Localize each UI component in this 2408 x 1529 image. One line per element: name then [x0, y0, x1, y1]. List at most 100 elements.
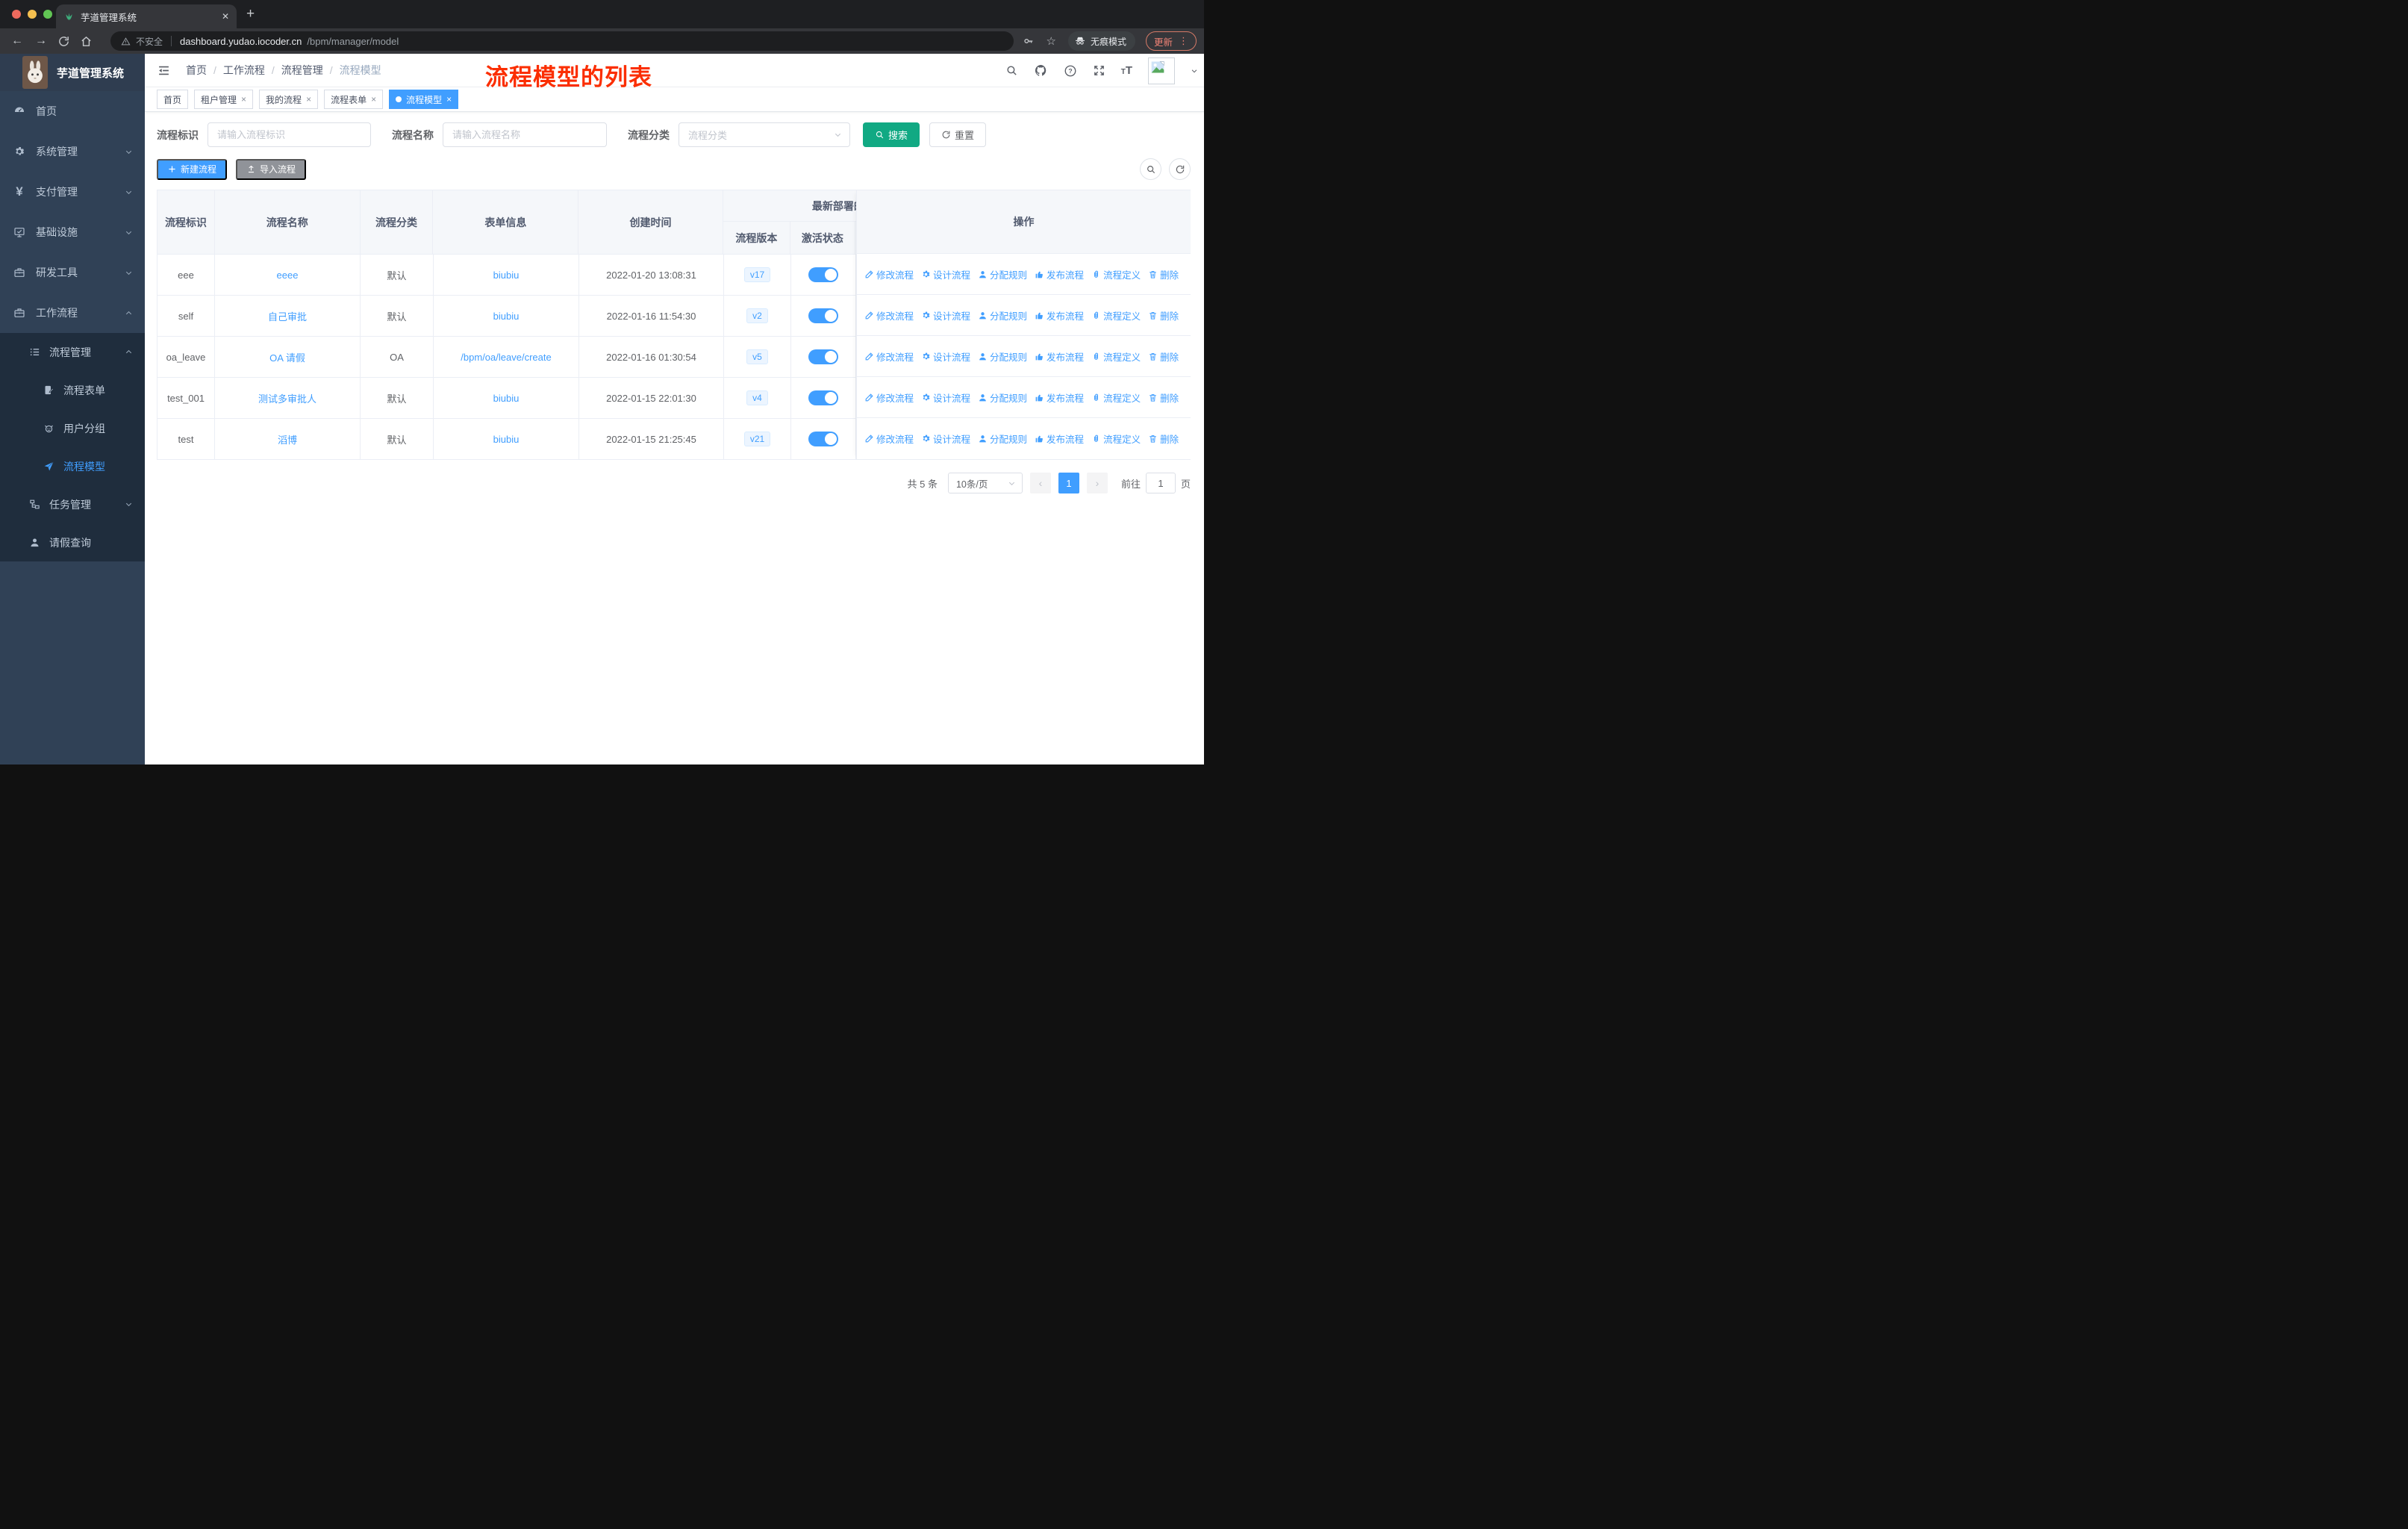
breadcrumb-process-mgmt[interactable]: 流程管理	[281, 63, 323, 78]
sidebar-item-task-mgmt[interactable]: 任务管理	[0, 485, 145, 523]
delete-link[interactable]: 删除	[1148, 390, 1179, 405]
assign-rule-link[interactable]: 分配规则	[978, 267, 1027, 281]
active-toggle[interactable]	[808, 308, 838, 323]
process-name-input[interactable]	[443, 122, 607, 147]
home-button[interactable]	[80, 35, 93, 48]
sidebar-item-system[interactable]: 系统管理	[0, 131, 145, 172]
create-process-button[interactable]: 新建流程	[157, 158, 228, 180]
publish-process-link[interactable]: 发布流程	[1035, 308, 1084, 323]
reset-button[interactable]: 重置	[929, 122, 987, 147]
next-page-button[interactable]: ›	[1086, 473, 1108, 493]
process-definition-link[interactable]: 流程定义	[1091, 432, 1141, 446]
form-info-link[interactable]: /bpm/oa/leave/create	[461, 352, 551, 363]
modify-process-link[interactable]: 修改流程	[864, 390, 914, 405]
delete-link[interactable]: 删除	[1148, 267, 1179, 281]
assign-rule-link[interactable]: 分配规则	[978, 349, 1027, 364]
maximize-window-button[interactable]	[43, 10, 52, 19]
modify-process-link[interactable]: 修改流程	[864, 349, 914, 364]
close-window-button[interactable]	[12, 10, 21, 19]
help-icon[interactable]	[1064, 64, 1077, 78]
prev-page-button[interactable]: ‹	[1029, 473, 1051, 493]
process-name-link[interactable]: OA 请假	[269, 350, 305, 364]
github-icon[interactable]	[1034, 63, 1048, 78]
form-info-link[interactable]: biubiu	[493, 270, 520, 281]
new-tab-button[interactable]: +	[246, 7, 255, 22]
form-info-link[interactable]: biubiu	[493, 393, 520, 404]
sidebar-item-user-group[interactable]: 用户分组	[0, 409, 145, 447]
form-info-link[interactable]: biubiu	[493, 434, 520, 445]
process-definition-link[interactable]: 流程定义	[1091, 267, 1141, 281]
modify-process-link[interactable]: 修改流程	[864, 432, 914, 446]
assign-rule-link[interactable]: 分配规则	[978, 390, 1027, 405]
tag-process-model[interactable]: 流程模型 ×	[389, 90, 459, 109]
sidebar-collapse-icon[interactable]	[157, 64, 171, 77]
reload-button[interactable]	[57, 35, 70, 48]
browser-menu-icon[interactable]: ⋮	[1179, 35, 1188, 47]
form-info-link[interactable]: biubiu	[493, 311, 520, 322]
delete-link[interactable]: 删除	[1148, 349, 1179, 364]
import-process-button[interactable]: 导入流程	[236, 158, 307, 180]
tag-tenant[interactable]: 租户管理 ×	[194, 90, 254, 109]
tag-close-icon[interactable]: ×	[446, 94, 452, 105]
process-definition-link[interactable]: 流程定义	[1091, 308, 1141, 323]
sidebar-item-process-form[interactable]: 流程表单	[0, 371, 145, 409]
publish-process-link[interactable]: 发布流程	[1035, 349, 1084, 364]
active-toggle[interactable]	[808, 349, 838, 364]
avatar-caret-icon[interactable]	[1191, 67, 1198, 75]
publish-process-link[interactable]: 发布流程	[1035, 432, 1084, 446]
sidebar-item-leave-query[interactable]: 请假查询	[0, 523, 145, 561]
process-name-link[interactable]: 滔博	[278, 432, 297, 446]
current-page-button[interactable]: 1	[1058, 473, 1079, 493]
sidebar-item-devtools[interactable]: 研发工具	[0, 252, 145, 293]
sidebar-item-home[interactable]: 首页	[0, 91, 145, 131]
refresh-table-button[interactable]	[1169, 158, 1191, 180]
back-button[interactable]: ←	[10, 34, 24, 48]
sidebar-item-process-model[interactable]: 流程模型	[0, 447, 145, 485]
process-name-link[interactable]: 测试多审批人	[258, 391, 316, 405]
goto-page-input[interactable]	[1145, 473, 1176, 493]
minimize-window-button[interactable]	[28, 10, 37, 19]
browser-tab[interactable]: 芋道管理系统 ✕	[56, 4, 237, 28]
tag-close-icon[interactable]: ×	[241, 94, 246, 105]
tag-close-icon[interactable]: ×	[371, 94, 376, 105]
show-search-button[interactable]	[1140, 158, 1161, 180]
delete-link[interactable]: 删除	[1148, 432, 1179, 446]
page-size-select[interactable]: 10条/页	[947, 473, 1023, 493]
fullscreen-icon[interactable]	[1093, 64, 1105, 77]
design-process-link[interactable]: 设计流程	[921, 267, 970, 281]
tab-close-icon[interactable]: ✕	[222, 11, 229, 22]
publish-process-link[interactable]: 发布流程	[1035, 267, 1084, 281]
sidebar-item-process-mgmt[interactable]: 流程管理	[0, 333, 145, 371]
publish-process-link[interactable]: 发布流程	[1035, 390, 1084, 405]
assign-rule-link[interactable]: 分配规则	[978, 432, 1027, 446]
process-key-input[interactable]	[208, 122, 371, 147]
search-button[interactable]: 搜索	[863, 122, 920, 147]
tag-my-process[interactable]: 我的流程 ×	[259, 90, 319, 109]
design-process-link[interactable]: 设计流程	[921, 390, 970, 405]
tag-home[interactable]: 首页	[157, 90, 189, 109]
sidebar-item-infra[interactable]: 基础设施	[0, 212, 145, 252]
user-avatar[interactable]	[1148, 57, 1175, 84]
tag-process-form[interactable]: 流程表单 ×	[324, 90, 384, 109]
sidebar-item-payment[interactable]: ¥ 支付管理	[0, 172, 145, 212]
process-definition-link[interactable]: 流程定义	[1091, 390, 1141, 405]
delete-link[interactable]: 删除	[1148, 308, 1179, 323]
url-bar[interactable]: 不安全 dashboard.yudao.iocoder.cn/bpm/manag…	[110, 31, 1014, 51]
process-definition-link[interactable]: 流程定义	[1091, 349, 1141, 364]
design-process-link[interactable]: 设计流程	[921, 308, 970, 323]
active-toggle[interactable]	[808, 267, 838, 282]
bookmark-star-icon[interactable]: ☆	[1047, 34, 1056, 48]
design-process-link[interactable]: 设计流程	[921, 432, 970, 446]
browser-update-button[interactable]: 更新 ⋮	[1145, 31, 1197, 51]
process-category-select[interactable]: 流程分类	[679, 122, 850, 147]
sidebar-item-workflow[interactable]: 工作流程	[0, 293, 145, 333]
tag-close-icon[interactable]: ×	[306, 94, 311, 105]
search-icon[interactable]	[1005, 64, 1018, 77]
modify-process-link[interactable]: 修改流程	[864, 308, 914, 323]
process-name-link[interactable]: eeee	[277, 270, 299, 281]
password-key-icon[interactable]	[1023, 35, 1035, 47]
font-size-icon[interactable]: TT	[1121, 64, 1132, 78]
breadcrumb-workflow[interactable]: 工作流程	[223, 63, 265, 78]
forward-button[interactable]: →	[34, 34, 48, 48]
design-process-link[interactable]: 设计流程	[921, 349, 970, 364]
